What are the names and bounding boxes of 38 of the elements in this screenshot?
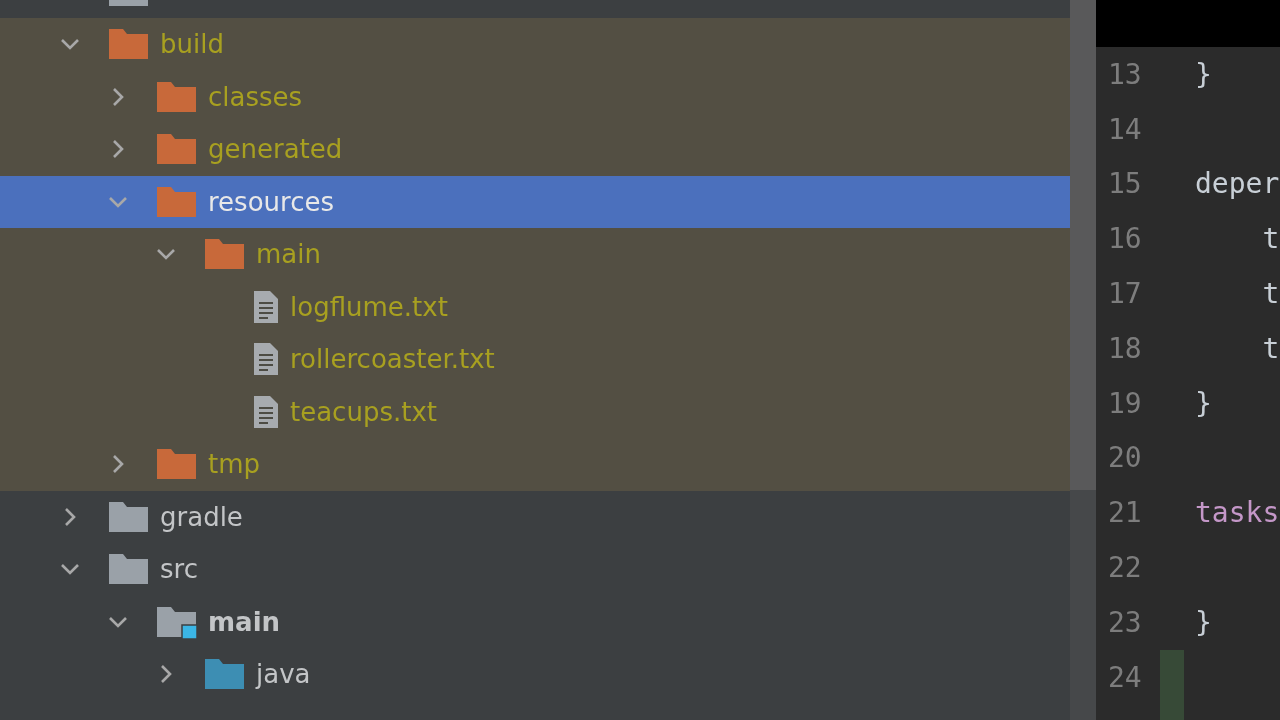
line-number: 21	[1107, 496, 1143, 530]
line-number: 13	[1107, 57, 1143, 91]
code-line: }	[1195, 605, 1212, 639]
line-number: 23	[1107, 605, 1143, 639]
folder-icon	[108, 0, 150, 8]
code-line: t	[1261, 222, 1280, 256]
code-line: deper	[1195, 167, 1280, 201]
code-line: t	[1261, 331, 1280, 365]
line-number: 18	[1107, 331, 1143, 365]
line-number: 17	[1107, 277, 1143, 311]
tree-item[interactable]: main	[0, 595, 1070, 648]
code-line: t	[1261, 277, 1280, 311]
text-file-icon	[252, 393, 280, 430]
line-number: 24	[1107, 660, 1143, 694]
tree-item[interactable]: src	[0, 543, 1070, 596]
tree-item[interactable]: tmp	[0, 438, 1070, 491]
tree-item[interactable]: logflume.txt	[0, 280, 1070, 333]
line-number: 20	[1107, 441, 1143, 475]
text-file-icon	[252, 341, 280, 378]
line-number: 19	[1107, 386, 1143, 420]
line-number: 14	[1107, 112, 1143, 146]
tree-item[interactable]: resources	[0, 175, 1070, 228]
line-number: 16	[1107, 222, 1143, 256]
code-line: }	[1195, 57, 1212, 91]
text-file-icon	[252, 288, 280, 325]
tree-item[interactable]: teacups.txt	[0, 385, 1070, 438]
code-line: tasks	[1195, 496, 1280, 530]
code-line: }	[1195, 386, 1212, 420]
tree-item[interactable]: gradle	[0, 490, 1070, 543]
tree-item[interactable]: rollercoaster.txt	[0, 333, 1070, 386]
tree-item[interactable]: build	[0, 18, 1070, 71]
tree-item[interactable]: generated	[0, 123, 1070, 176]
tree-item[interactable]: classes	[0, 70, 1070, 123]
tree-item[interactable]: main	[0, 228, 1070, 281]
line-number: 15	[1107, 167, 1143, 201]
scrollbar-thumb[interactable]	[1070, 0, 1096, 490]
tree-item[interactable]: java	[0, 648, 1070, 701]
line-number: 22	[1107, 551, 1143, 585]
